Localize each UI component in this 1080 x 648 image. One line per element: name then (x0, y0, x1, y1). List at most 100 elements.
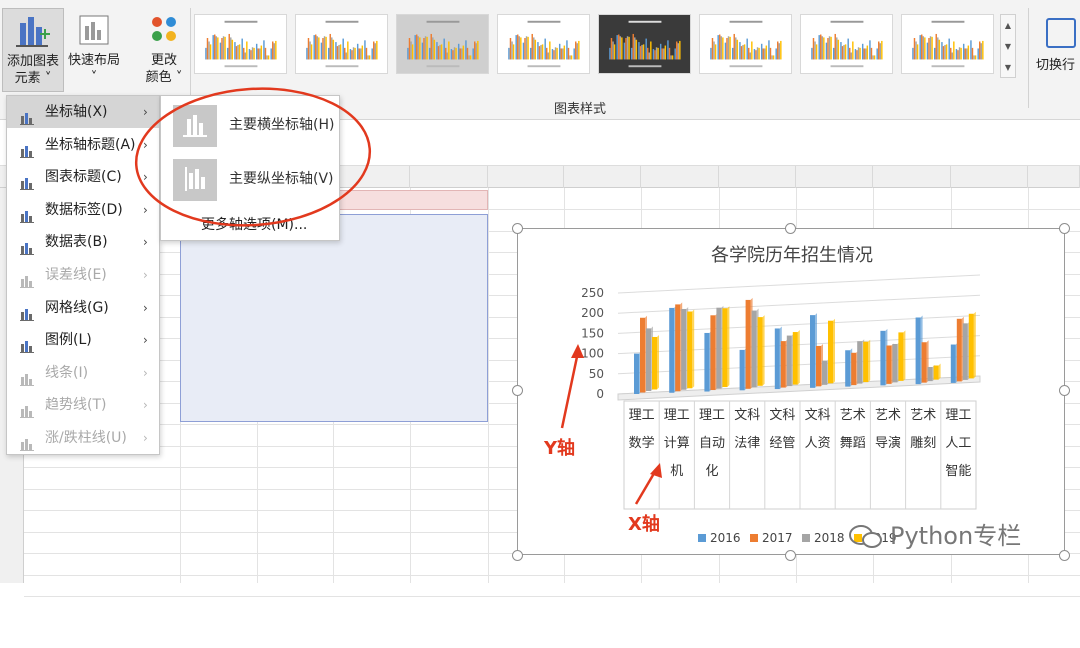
change-colors-button[interactable]: 更改 颜色 ˅ (134, 8, 194, 92)
table-cell[interactable] (410, 277, 488, 298)
menu-item[interactable]: 坐标轴(X) › (7, 96, 159, 128)
table-cell[interactable] (333, 407, 410, 428)
column-header-h[interactable] (564, 166, 641, 188)
chart-style-thumbnail[interactable] (800, 14, 893, 74)
add-chart-element-button[interactable]: 添加图表 元素 ˅ (2, 8, 64, 92)
menu-item[interactable]: 图例(L) › (7, 324, 159, 356)
thumb-bar (358, 48, 360, 60)
menu-item[interactable]: 数据标签(D) › (7, 194, 159, 226)
thumb-bar (546, 47, 548, 60)
chart-style-thumbnail[interactable] (901, 14, 994, 74)
table-cell[interactable] (180, 255, 257, 276)
scroll-up-icon[interactable]: ▲ (1001, 15, 1015, 36)
table-cell[interactable] (333, 342, 410, 363)
column-header-m[interactable] (951, 166, 1028, 188)
menu-item[interactable]: 网格线(G) › (7, 292, 159, 324)
table-cell[interactable] (410, 364, 488, 385)
table-cell[interactable] (180, 342, 257, 363)
resize-handle[interactable] (512, 385, 523, 396)
table-cell[interactable] (180, 299, 257, 320)
chart-style-thumbnail[interactable] (598, 14, 691, 74)
table-cell[interactable] (180, 364, 257, 385)
chart-style-thumbnail[interactable] (396, 14, 489, 74)
column-header-l[interactable] (873, 166, 951, 188)
thumb-bar (361, 45, 364, 60)
table-cell[interactable] (333, 234, 410, 255)
table-cell[interactable] (257, 407, 333, 428)
resize-handle[interactable] (785, 550, 796, 561)
table-cell[interactable] (333, 386, 410, 407)
column-header-g[interactable] (488, 166, 564, 188)
resize-handle[interactable] (1059, 223, 1070, 234)
primary-horizontal-axis-item[interactable]: 主要横坐标轴(H) (161, 100, 339, 150)
table-cell[interactable] (410, 255, 488, 276)
table-cell[interactable] (257, 299, 333, 320)
table-cell[interactable] (180, 386, 257, 407)
table-cell[interactable] (180, 277, 257, 298)
chart-style-thumbnail[interactable] (497, 14, 590, 74)
vertical-axis-icon (173, 159, 217, 201)
row-header[interactable] (0, 543, 24, 564)
table-cell[interactable] (333, 277, 410, 298)
more-axis-options-item[interactable]: 更多轴选项(M)... (201, 214, 307, 234)
quick-layout-button[interactable]: 快速布局 ˅ (64, 8, 124, 92)
table-cell[interactable] (333, 255, 410, 276)
column-header-k[interactable] (796, 166, 873, 188)
table-cell[interactable] (180, 321, 257, 342)
table-cell[interactable] (410, 321, 488, 342)
table-cell[interactable] (410, 342, 488, 363)
table-cell[interactable] (257, 321, 333, 342)
resize-handle[interactable] (785, 223, 796, 234)
resize-handle[interactable] (512, 223, 523, 234)
chart-style-preview (407, 20, 479, 68)
scroll-down-icon[interactable]: ▼ (1001, 36, 1015, 57)
row-header[interactable] (0, 564, 24, 585)
menu-item-label: 数据标签(D) (45, 201, 123, 218)
table-cell[interactable] (410, 299, 488, 320)
gallery-scroll[interactable]: ▲ ▼ ▼ (1000, 14, 1016, 78)
menu-item[interactable]: 图表标题(C) › (7, 161, 159, 193)
column-header-j[interactable] (719, 166, 796, 188)
resize-handle[interactable] (512, 550, 523, 561)
row-header[interactable] (0, 606, 24, 627)
column-header-i[interactable] (641, 166, 719, 188)
column-header-e[interactable] (333, 166, 410, 188)
table-cell[interactable] (180, 407, 257, 428)
table-cell[interactable] (410, 386, 488, 407)
gallery-more-icon[interactable]: ▼ (1001, 57, 1015, 78)
table-cell[interactable] (333, 299, 410, 320)
table-cell[interactable] (410, 234, 488, 255)
row-header[interactable] (0, 522, 24, 543)
menu-item[interactable]: 坐标轴标题(A) › (7, 129, 159, 161)
table-cell[interactable] (333, 364, 410, 385)
menu-item[interactable]: 数据表(B) › (7, 226, 159, 258)
chart-style-thumbnail[interactable] (194, 14, 287, 74)
row-header[interactable] (0, 585, 24, 606)
table-cell[interactable] (257, 386, 333, 407)
thumb-bar (837, 39, 840, 60)
table-cell[interactable] (257, 277, 333, 298)
chart-style-thumbnail[interactable] (699, 14, 792, 74)
table-cell[interactable] (257, 342, 333, 363)
column-header-f[interactable] (410, 166, 488, 188)
row-header[interactable] (0, 627, 24, 648)
column-header-n[interactable] (1028, 166, 1080, 188)
table-cell[interactable] (257, 364, 333, 385)
chart-style-thumbnail[interactable] (295, 14, 388, 74)
table-cell[interactable] (410, 212, 488, 233)
primary-vertical-axis-item[interactable]: 主要纵坐标轴(V) (161, 154, 339, 204)
switch-row-column-button[interactable]: 切换行 (1036, 10, 1080, 73)
table-cell[interactable] (410, 407, 488, 428)
resize-handle[interactable] (1059, 550, 1070, 561)
resize-handle[interactable] (1059, 385, 1070, 396)
chart-area[interactable]: 各学院历年招生情况 0 50 100 150 200 250 理工 数学 理工 计算机理工 自动化文科… (517, 228, 1065, 555)
legend-icon (19, 333, 35, 354)
table-cell[interactable] (333, 321, 410, 342)
table-cell[interactable] (333, 212, 410, 233)
thumb-bar (547, 52, 550, 60)
thumb-bar (273, 43, 276, 60)
x-tick-label: 自动 (699, 436, 725, 451)
thumb-bar (475, 43, 478, 60)
thumb-bar (457, 43, 460, 60)
table-cell[interactable] (257, 255, 333, 276)
